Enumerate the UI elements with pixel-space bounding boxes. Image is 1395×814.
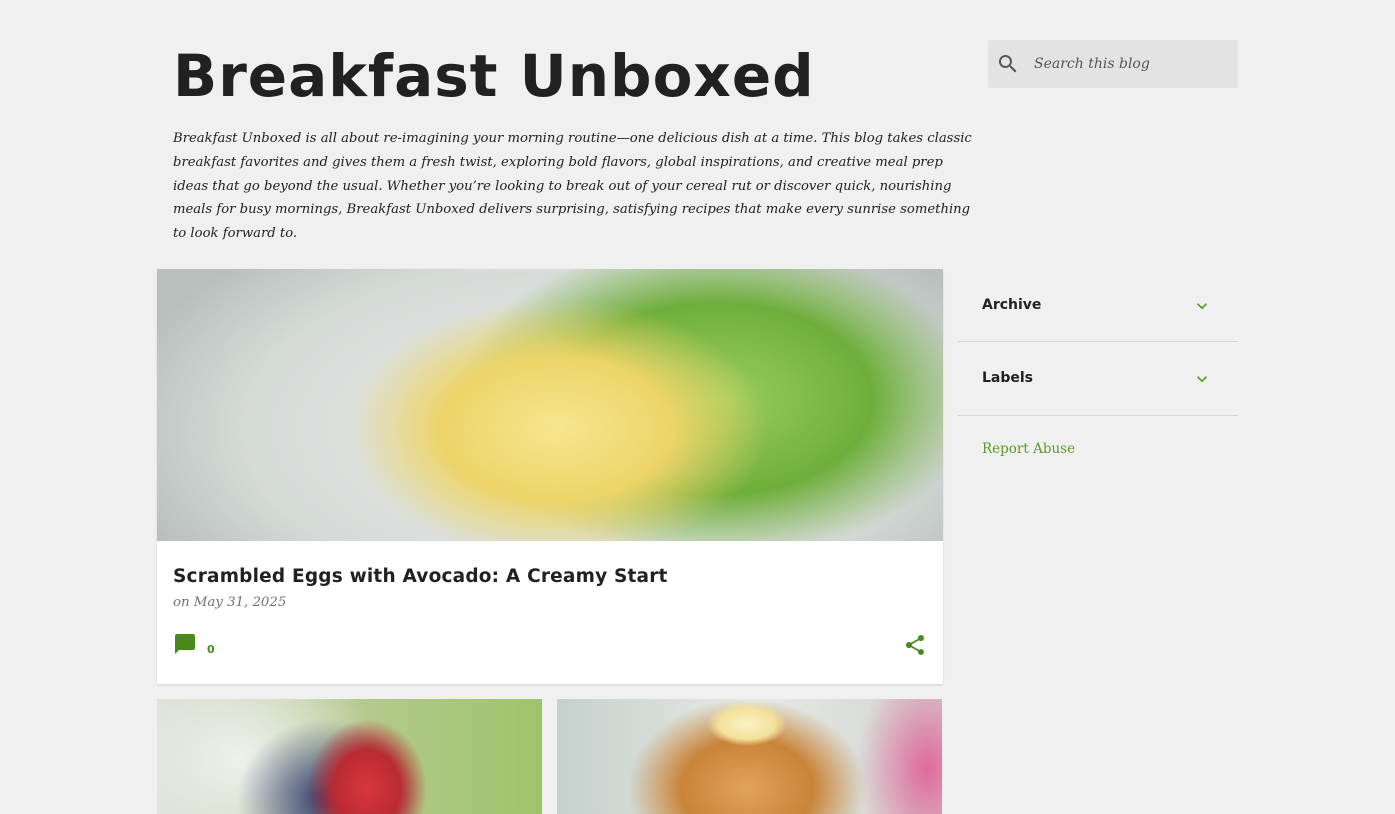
featured-post-image[interactable] [157,269,943,541]
comment-link[interactable]: 0 [173,634,215,658]
labels-title[interactable]: Labels [982,370,1033,386]
chevron-down-icon[interactable] [1192,296,1212,316]
archive-title[interactable]: Archive [982,297,1041,313]
comment-count[interactable]: 0 [207,643,215,656]
share-icon[interactable] [903,633,927,657]
report-abuse-link[interactable]: Report Abuse [982,441,1075,457]
blog-description: Breakfast Unboxed is all about re-imagin… [173,131,972,242]
post-thumbnail-pancakes[interactable] [557,699,942,814]
featured-post-date[interactable]: on May 31, 2025 [173,595,286,610]
search-icon[interactable] [996,52,1020,76]
chevron-down-icon[interactable] [1192,369,1212,389]
search-input[interactable] [1034,52,1224,76]
post-thumbnail-fruit-jar[interactable] [157,699,542,814]
search-box[interactable] [988,40,1238,88]
sidebar: Archive Labels Report Abuse [958,269,1238,457]
labels-widget[interactable]: Labels [958,342,1238,416]
comment-icon[interactable] [173,632,197,660]
featured-post-title[interactable]: Scrambled Eggs with Avocado: A Creamy St… [173,566,668,587]
featured-post-card: Scrambled Eggs with Avocado: A Creamy St… [157,269,943,684]
archive-widget[interactable]: Archive [958,269,1238,342]
blog-title[interactable]: Breakfast Unboxed [173,40,815,112]
